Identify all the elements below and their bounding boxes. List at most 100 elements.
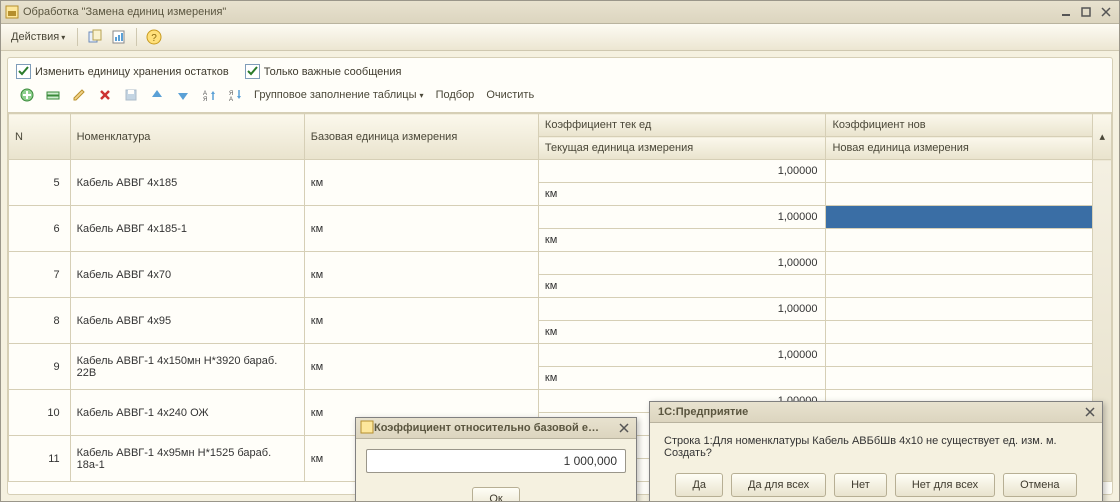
checkbox-icon: [16, 64, 31, 79]
cell-base: км: [304, 206, 538, 252]
group-fill-menu[interactable]: Групповое заполнение таблицы ▾: [250, 87, 428, 103]
cell-new-unit[interactable]: [826, 321, 1093, 344]
cell-coef-new[interactable]: [826, 344, 1093, 367]
report-icon[interactable]: [110, 28, 128, 46]
coef-dialog: Коэффициент относительно базовой е… 1 00…: [355, 417, 637, 502]
add-icon[interactable]: [16, 84, 38, 106]
chevron-down-icon: ▾: [420, 91, 424, 100]
col-nomenclature[interactable]: Номенклатура: [70, 114, 304, 160]
actions-menu-label: Действия: [11, 31, 59, 43]
coef-dialog-title: Коэффициент относительно базовой е…: [374, 422, 616, 434]
main-window: Обработка "Замена единиц измерения" Дейс…: [0, 0, 1120, 502]
coef-dialog-titlebar[interactable]: Коэффициент относительно базовой е…: [356, 418, 636, 439]
checkbox-icon: [245, 64, 260, 79]
cell-base: км: [304, 344, 538, 390]
col-n[interactable]: N: [9, 114, 71, 160]
cancel-button[interactable]: Отмена: [1003, 473, 1076, 497]
col-coef-cur[interactable]: Коэффициент тек ед: [538, 114, 826, 137]
panel-top: Изменить единицу хранения остатков Тольк…: [8, 58, 1112, 81]
col-coef-new[interactable]: Коэффициент нов: [826, 114, 1093, 137]
cell-new-unit[interactable]: [826, 275, 1093, 298]
cell-coef-new[interactable]: [826, 298, 1093, 321]
cell-name: Кабель АВВГ 4х185: [70, 160, 304, 206]
svg-text:?: ?: [151, 33, 157, 44]
table-row[interactable]: 5Кабель АВВГ 4х185км1,00000: [9, 160, 1112, 183]
cell-new-unit[interactable]: [826, 367, 1093, 390]
cards-icon[interactable]: [86, 28, 104, 46]
checkbox-change-unit[interactable]: Изменить единицу хранения остатков: [16, 64, 229, 79]
col-new-unit[interactable]: Новая единица измерения: [826, 137, 1093, 160]
cell-cur-unit[interactable]: км: [538, 367, 826, 390]
maximize-button[interactable]: [1077, 5, 1095, 19]
move-up-icon[interactable]: [146, 84, 168, 106]
cell-new-unit[interactable]: [826, 183, 1093, 206]
ok-button[interactable]: Ок: [472, 487, 519, 502]
cell-coef[interactable]: 1,00000: [538, 252, 826, 275]
table-row[interactable]: 7Кабель АВВГ 4х70км1,00000: [9, 252, 1112, 275]
cell-base: км: [304, 252, 538, 298]
window-titlebar: Обработка "Замена единиц измерения": [1, 1, 1119, 24]
move-down-icon[interactable]: [172, 84, 194, 106]
cell-coef[interactable]: 1,00000: [538, 344, 826, 367]
checkbox-only-important[interactable]: Только важные сообщения: [245, 64, 402, 79]
save-icon[interactable]: [120, 84, 142, 106]
yes-all-button[interactable]: Да для всех: [731, 473, 826, 497]
table-row[interactable]: 6Кабель АВВГ 4х185-1км1,00000: [9, 206, 1112, 229]
confirm-dialog-buttons: Да Да для всех Нет Нет для всех Отмена: [650, 467, 1102, 502]
cell-coef-new[interactable]: [826, 160, 1093, 183]
cell-coef-new[interactable]: [826, 206, 1093, 229]
insert-icon[interactable]: [42, 84, 64, 106]
cell-cur-unit[interactable]: км: [538, 275, 826, 298]
help-icon[interactable]: ?: [145, 28, 163, 46]
minimize-button[interactable]: [1057, 5, 1075, 19]
cell-name: Кабель АВВГ-1 4х240 ОЖ: [70, 390, 304, 436]
no-all-button[interactable]: Нет для всех: [895, 473, 995, 497]
close-icon[interactable]: [1082, 405, 1098, 419]
cell-name: Кабель АВВГ-1 4х150мн Н*3920 бараб. 22В: [70, 344, 304, 390]
pick-button[interactable]: Подбор: [432, 87, 479, 103]
cell-cur-unit[interactable]: км: [538, 183, 826, 206]
cell-coef[interactable]: 1,00000: [538, 160, 826, 183]
checkbox-change-unit-label: Изменить единицу хранения остатков: [35, 66, 229, 78]
table-row[interactable]: 9Кабель АВВГ-1 4х150мн Н*3920 бараб. 22В…: [9, 344, 1112, 367]
col-cur-unit[interactable]: Текущая единица измерения: [538, 137, 826, 160]
cell-new-unit[interactable]: [826, 229, 1093, 252]
cell-name: Кабель АВВГ 4х95: [70, 298, 304, 344]
cell-coef[interactable]: 1,00000: [538, 298, 826, 321]
cell-cur-unit[interactable]: км: [538, 229, 826, 252]
confirm-dialog: 1С:Предприятие Строка 1:Для номенклатуры…: [649, 401, 1103, 502]
cell-cur-unit[interactable]: км: [538, 321, 826, 344]
coef-input[interactable]: 1 000,000: [366, 449, 626, 473]
actions-menu[interactable]: Действия ▾: [7, 29, 69, 45]
chevron-down-icon: ▾: [61, 33, 65, 42]
sort-desc-icon[interactable]: ЯA: [224, 84, 246, 106]
col-base-unit[interactable]: Базовая единица измерения: [304, 114, 538, 160]
menubar: Действия ▾ ?: [1, 24, 1119, 51]
cell-n: 10: [9, 390, 71, 436]
cell-n: 5: [9, 160, 71, 206]
table-header: N Номенклатура Базовая единица измерения…: [9, 114, 1112, 160]
edit-icon[interactable]: [68, 84, 90, 106]
cell-name: Кабель АВВГ 4х185-1: [70, 206, 304, 252]
no-button[interactable]: Нет: [834, 473, 887, 497]
close-button[interactable]: [1097, 5, 1115, 19]
group-fill-label: Групповое заполнение таблицы: [254, 89, 416, 101]
cell-n: 7: [9, 252, 71, 298]
cell-n: 8: [9, 298, 71, 344]
sort-asc-icon[interactable]: AЯ: [198, 84, 220, 106]
scroll-up-icon[interactable]: ▴: [1093, 114, 1112, 160]
coef-dialog-body: 1 000,000 Ок: [356, 439, 636, 502]
table-row[interactable]: 8Кабель АВВГ 4х95км1,00000: [9, 298, 1112, 321]
cell-coef[interactable]: 1,00000: [538, 206, 826, 229]
confirm-dialog-titlebar[interactable]: 1С:Предприятие: [650, 402, 1102, 423]
cell-coef-new[interactable]: [826, 252, 1093, 275]
confirm-dialog-message: Строка 1:Для номенклатуры Кабель АВБбШв …: [650, 423, 1102, 467]
svg-text:A: A: [229, 97, 233, 102]
cell-base: км: [304, 160, 538, 206]
svg-text:Я: Я: [203, 97, 207, 102]
close-icon[interactable]: [616, 421, 632, 435]
clear-button[interactable]: Очистить: [482, 87, 538, 103]
window-icon: [5, 5, 19, 19]
yes-button[interactable]: Да: [675, 473, 723, 497]
delete-icon[interactable]: [94, 84, 116, 106]
